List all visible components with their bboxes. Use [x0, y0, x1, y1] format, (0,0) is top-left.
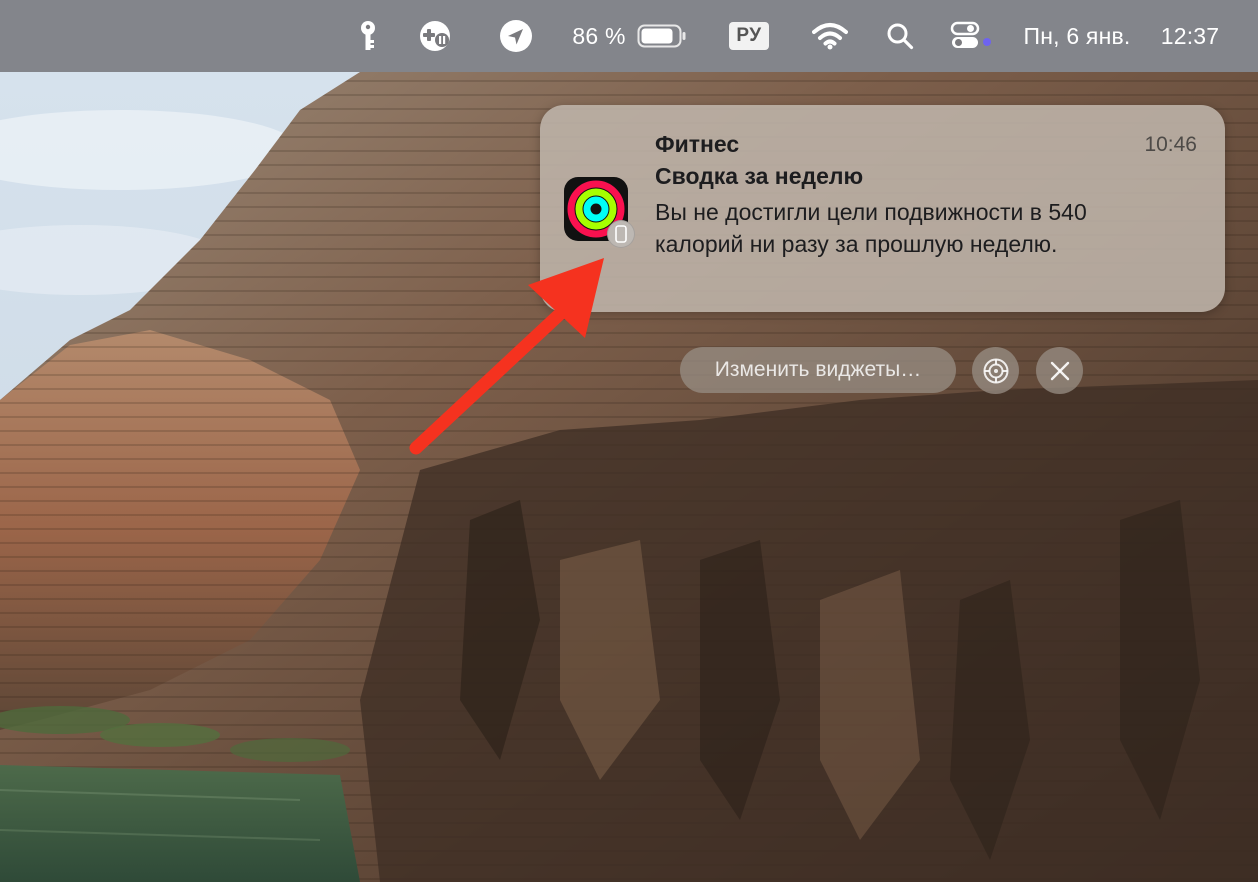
edit-widgets-button[interactable]: Изменить виджеты…	[680, 347, 956, 393]
menu-bar: 86 % РУ Пн, 6 янв. 12:37	[0, 0, 1258, 72]
key-icon[interactable]	[354, 0, 382, 72]
battery-fill	[641, 28, 673, 44]
notification-app-name: Фитнес	[655, 131, 740, 157]
menubar-time[interactable]: 12:37	[1150, 0, 1230, 72]
location-arrow-icon[interactable]	[498, 0, 534, 72]
desktop: 86 % РУ Пн, 6 янв. 12:37 Фитнес 10:46 Св…	[0, 0, 1258, 882]
fitness-notification[interactable]: Фитнес 10:46 Сводка за неделю Вы не дост…	[540, 105, 1225, 312]
close-icon	[1050, 361, 1069, 380]
search-icon[interactable]	[884, 0, 916, 72]
iphone-icon	[607, 220, 635, 248]
battery-icon[interactable]	[636, 0, 688, 72]
input-source-button[interactable]: РУ	[726, 0, 772, 72]
wifi-icon[interactable]	[810, 0, 850, 72]
notification-body: Вы не достигли цели подвижности в 540 ка…	[655, 199, 1087, 257]
input-source-label: РУ	[729, 22, 769, 50]
close-widgets-button[interactable]	[1036, 347, 1083, 394]
widget-settings-button[interactable]	[972, 347, 1019, 394]
notification-title: Сводка за неделю	[655, 163, 864, 189]
battery-percent: 86 %	[572, 22, 626, 49]
notification-time: 10:46	[1144, 133, 1197, 156]
control-center-icon[interactable]	[948, 0, 994, 72]
gear-icon	[983, 358, 1008, 383]
gamepad-icon[interactable]	[416, 0, 456, 72]
menubar-date[interactable]: Пн, 6 янв.	[1012, 0, 1142, 72]
